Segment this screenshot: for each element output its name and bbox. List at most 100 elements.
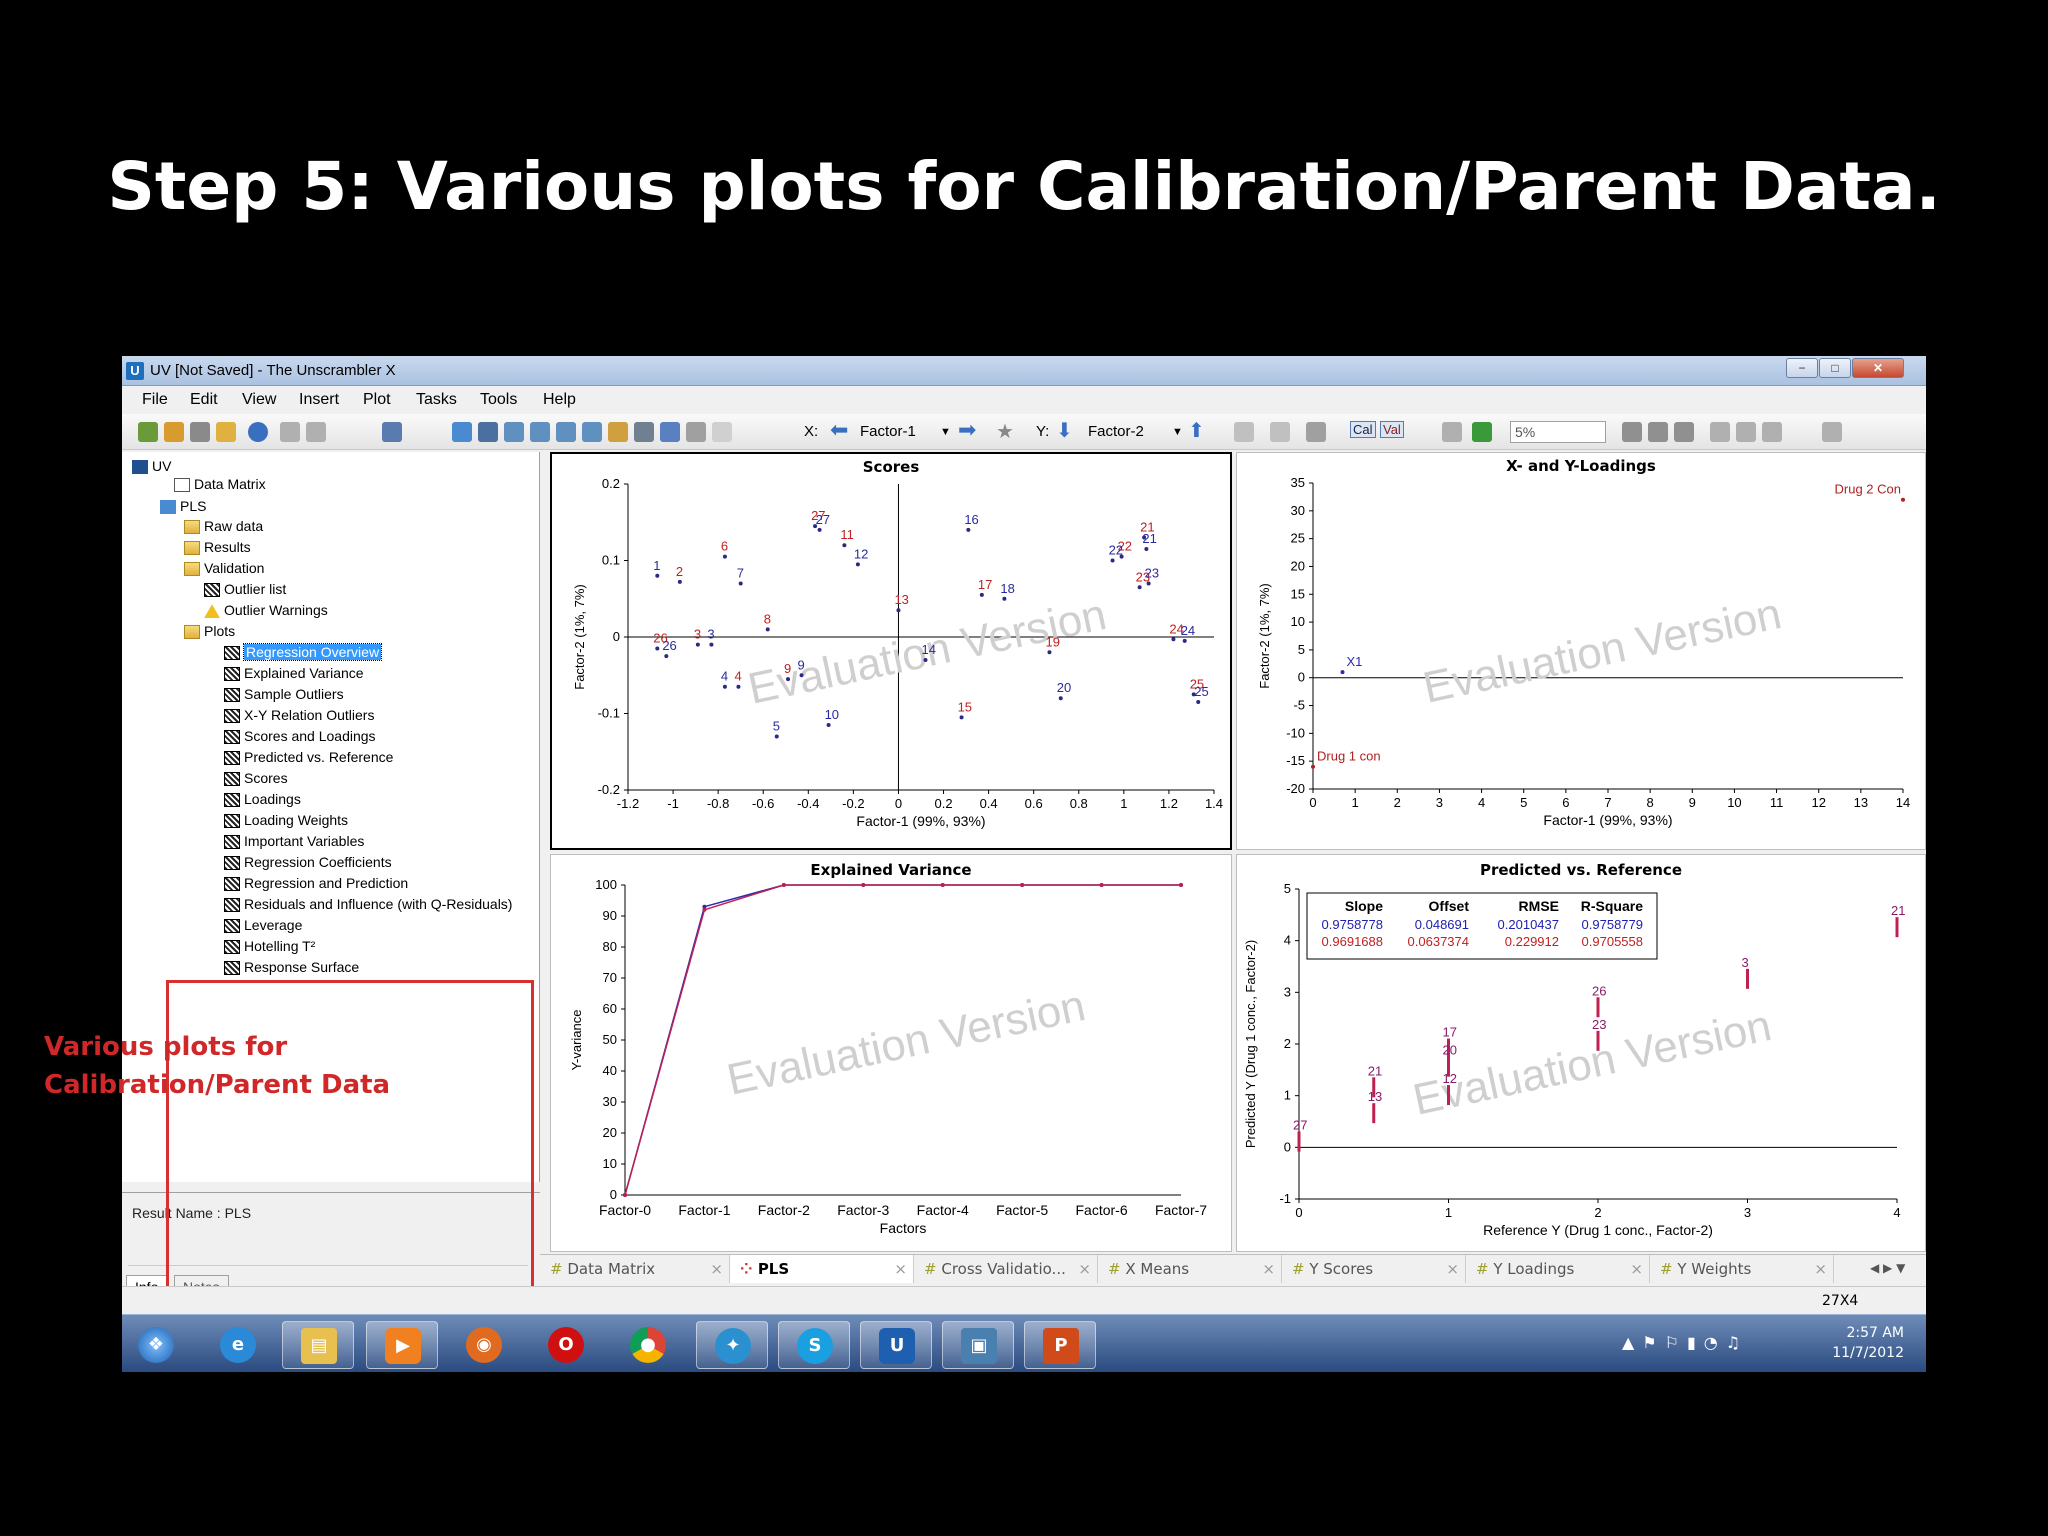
tree-plot-item[interactable]: Leverage <box>224 917 302 934</box>
scatter-icon[interactable] <box>1622 422 1642 442</box>
chrome-icon[interactable]: ● <box>612 1321 684 1369</box>
twitter-icon[interactable]: ✦ <box>696 1321 768 1369</box>
tree-plot-item[interactable]: X-Y Relation Outliers <box>224 707 374 724</box>
minimize-button[interactable]: − <box>1786 358 1818 378</box>
menu-edit[interactable]: Edit <box>190 391 218 409</box>
opera-icon[interactable]: O <box>530 1321 602 1369</box>
import-icon[interactable] <box>164 422 184 442</box>
close-tab-icon[interactable]: × <box>1630 1260 1643 1278</box>
unscrambler-icon[interactable]: U <box>860 1321 932 1369</box>
close-tab-icon[interactable]: × <box>894 1260 907 1278</box>
start-orb-icon[interactable]: ❖ <box>128 1321 188 1369</box>
tree-plot-item[interactable]: Loadings <box>224 791 301 808</box>
tab-y-scores[interactable]: # Y Scores × <box>1282 1255 1466 1283</box>
line-tool-icon[interactable] <box>1822 422 1842 442</box>
cluster-icon[interactable] <box>1648 422 1668 442</box>
tree-outlier-list[interactable]: Outlier list <box>204 581 286 598</box>
val-toggle[interactable]: Val <box>1380 421 1404 438</box>
x-factor-select[interactable]: Factor-1 <box>860 423 916 440</box>
undo-icon[interactable] <box>280 422 300 442</box>
close-tab-icon[interactable]: × <box>1814 1260 1827 1278</box>
zoom-in-icon[interactable] <box>556 422 576 442</box>
tree-raw-data[interactable]: Raw data <box>184 518 263 535</box>
tree-plot-item[interactable]: Important Variables <box>224 833 364 850</box>
close-tab-icon[interactable]: × <box>1078 1260 1091 1278</box>
copy-icon[interactable] <box>452 422 472 442</box>
tab-x-means[interactable]: # X Means × <box>1098 1255 1282 1283</box>
tree-validation[interactable]: Validation <box>184 560 264 577</box>
close-tab-icon[interactable]: × <box>1446 1260 1459 1278</box>
y-down-arrow-icon[interactable]: ⬇ <box>1056 418 1073 443</box>
x-prev-arrow-icon[interactable]: ⬅ <box>830 417 848 443</box>
tree-plot-item[interactable]: Response Surface <box>224 959 359 976</box>
new-icon[interactable] <box>138 422 158 442</box>
tree-data-matrix[interactable]: Data Matrix <box>174 476 266 493</box>
media-player-icon[interactable]: ▶ <box>366 1321 438 1369</box>
gear-icon[interactable] <box>1674 422 1694 442</box>
x-dropdown-chevron-down-icon[interactable]: ▼ <box>940 426 951 438</box>
menu-insert[interactable]: Insert <box>299 391 339 409</box>
loadings-plot[interactable]: X- and Y-Loadings 0 1 2 3 4 5 6 7 8 9 10 11 12 13 14 -2… <box>1236 452 1926 850</box>
tree-plot-item[interactable]: Sample Outliers <box>224 686 344 703</box>
photo-icon[interactable]: ▣ <box>942 1321 1014 1369</box>
zoom-select[interactable]: 5% <box>1510 421 1606 443</box>
table-icon[interactable] <box>1306 422 1326 442</box>
tree-plot-item[interactable]: Residuals and Influence (with Q-Residual… <box>224 896 512 913</box>
cal-toggle[interactable]: Cal <box>1350 421 1376 438</box>
tab-data-matrix[interactable]: # Data Matrix × <box>540 1255 730 1283</box>
close-tab-icon[interactable]: × <box>1262 1260 1275 1278</box>
tree-plot-item[interactable]: Scores and Loadings <box>224 728 376 745</box>
tab-cross-validation[interactable]: # Cross Validatio... × <box>914 1255 1098 1283</box>
axis-icon[interactable] <box>1270 422 1290 442</box>
zoom-tool-icon[interactable] <box>504 422 524 442</box>
firefox-icon[interactable]: ◉ <box>448 1321 520 1369</box>
redo-icon[interactable] <box>306 422 326 442</box>
tree-root[interactable]: UV <box>132 458 171 475</box>
chart-grid-icon[interactable] <box>1234 422 1254 442</box>
help-icon[interactable] <box>248 422 268 442</box>
plot-options-icon[interactable] <box>382 422 402 442</box>
tree-plot-item[interactable]: Regression and Prediction <box>224 875 408 892</box>
close-button[interactable]: ✕ <box>1852 358 1904 378</box>
mark-icon[interactable] <box>660 422 680 442</box>
tab-scroll-arrows-icon[interactable]: ◀ ▶ ▼ <box>1870 1261 1905 1275</box>
tree-plot-item[interactable]: Scores <box>224 770 288 787</box>
list-icon[interactable] <box>634 422 654 442</box>
x-next-arrow-icon[interactable]: ➡ <box>958 417 976 443</box>
tree-pls[interactable]: PLS <box>160 498 206 515</box>
y-up-arrow-icon[interactable]: ⬆ <box>1188 418 1205 443</box>
powerpoint-icon[interactable]: P <box>1024 1321 1096 1369</box>
tree-plot-item[interactable]: Hotelling T² <box>224 938 315 955</box>
bar-chart-icon[interactable] <box>1762 422 1782 442</box>
tree-plot-item[interactable]: Predicted vs. Reference <box>224 749 393 766</box>
trend-icon[interactable] <box>1710 422 1730 442</box>
edit-icon[interactable] <box>608 422 628 442</box>
menu-help[interactable]: Help <box>543 391 576 409</box>
screen-icon[interactable] <box>478 422 498 442</box>
close-tab-icon[interactable]: × <box>710 1260 723 1278</box>
menu-tasks[interactable]: Tasks <box>416 391 457 409</box>
fit-icon[interactable] <box>1472 422 1492 442</box>
internet-explorer-icon[interactable]: e <box>202 1321 274 1369</box>
skype-icon[interactable]: S <box>778 1321 850 1369</box>
open-icon[interactable] <box>216 422 236 442</box>
save-icon[interactable] <box>190 422 210 442</box>
maximize-button[interactable]: □ <box>1819 358 1851 378</box>
tree-plot-item[interactable]: Loading Weights <box>224 812 348 829</box>
explained-variance-plot[interactable]: Explained Variance Factor-0 Factor-1 Facto… <box>550 854 1232 1252</box>
menu-plot[interactable]: Plot <box>363 391 391 409</box>
tree-plot-item[interactable]: Regression Overview <box>224 643 383 661</box>
tab-y-weights[interactable]: # Y Weights × <box>1650 1255 1834 1283</box>
explorer-icon[interactable]: ▤ <box>282 1321 354 1369</box>
crosshair-icon[interactable] <box>1442 422 1462 442</box>
star-icon[interactable]: ★ <box>996 419 1014 444</box>
tree-plot-item[interactable]: Regression Coefficients <box>224 854 392 871</box>
menu-file[interactable]: File <box>142 391 168 409</box>
back-icon[interactable] <box>1736 422 1756 442</box>
clock[interactable]: 2:57 AM 11/7/2012 <box>1832 1323 1904 1363</box>
tree-plots[interactable]: Plots <box>184 623 235 640</box>
zoom-box-icon[interactable] <box>530 422 550 442</box>
menu-view[interactable]: View <box>242 391 276 409</box>
tab-pls[interactable]: ⁘ PLS × <box>730 1255 914 1283</box>
y-factor-select[interactable]: Factor-2 <box>1088 423 1144 440</box>
